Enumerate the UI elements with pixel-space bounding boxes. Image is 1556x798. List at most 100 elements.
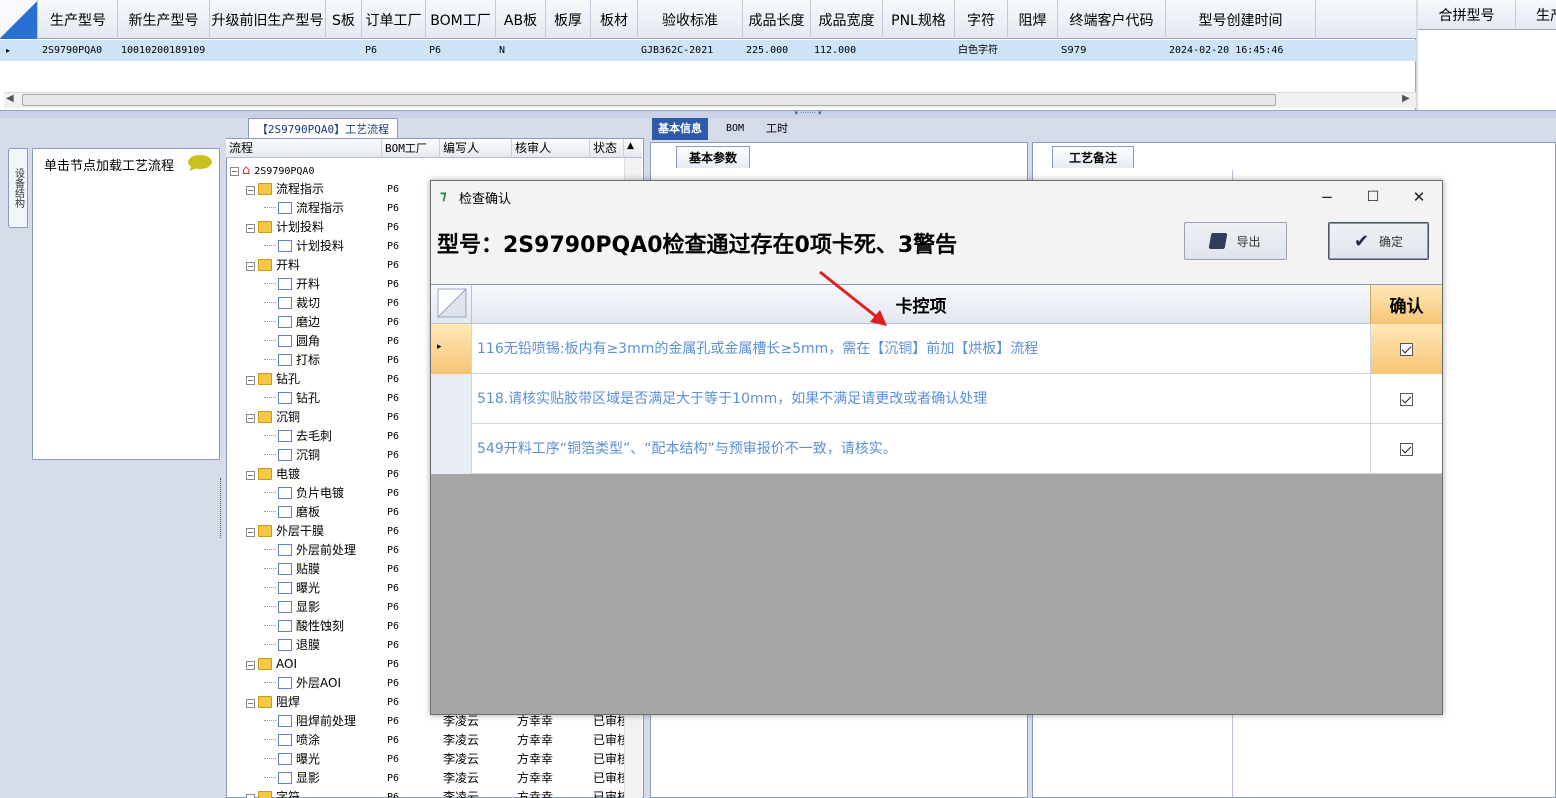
tab-basic-info[interactable]: 基本信息	[652, 118, 708, 140]
sort-up-icon[interactable]: ▲	[627, 141, 634, 151]
tree-node[interactable]: − 电镀	[246, 465, 300, 484]
tree-node[interactable]: 显影	[246, 769, 320, 788]
grid-corner[interactable]	[0, 0, 38, 39]
table-cell[interactable]: 10010200189109	[118, 40, 210, 61]
tree-node[interactable]: 计划投料	[246, 237, 344, 256]
table-cell[interactable]: P6	[426, 40, 496, 61]
collapse-icon[interactable]: −	[246, 699, 255, 708]
tree-node[interactable]: − 流程指示	[246, 180, 324, 199]
column-header-confirm[interactable]: 确认	[1370, 285, 1442, 324]
column-header[interactable]: 板材	[591, 0, 638, 39]
scroll-left-icon[interactable]: ◀	[6, 93, 14, 104]
table-cell[interactable]: S979	[1058, 40, 1166, 61]
column-header[interactable]: 验收标准	[638, 0, 743, 39]
table-cell[interactable]: 225.000	[743, 40, 811, 61]
collapse-icon[interactable]: −	[246, 224, 255, 233]
row-header[interactable]: ▸	[431, 324, 472, 374]
column-header[interactable]: BOM工厂	[382, 139, 440, 158]
tree-node[interactable]: − 外层干膜	[246, 522, 324, 541]
column-header[interactable]: S板	[326, 0, 362, 39]
tree-node[interactable]: 酸性蚀刻	[246, 617, 344, 636]
column-header[interactable]: 终端客户代码	[1058, 0, 1166, 39]
collapse-icon[interactable]: −	[246, 794, 255, 798]
tree-node[interactable]: 贴膜	[246, 560, 320, 579]
column-header[interactable]: 型号创建时间	[1166, 0, 1316, 39]
dialog-titlebar[interactable]	[431, 181, 1442, 212]
minimize-button[interactable]: −	[1304, 181, 1350, 212]
row-header[interactable]	[431, 374, 472, 424]
tree-node[interactable]: 阻焊前处理	[246, 712, 356, 731]
tree-node[interactable]: 钻孔	[246, 389, 320, 408]
tab-work-hours[interactable]: 工时	[760, 118, 794, 140]
close-button[interactable]: ✕	[1396, 181, 1442, 212]
column-header[interactable]: BOM工厂	[426, 0, 496, 39]
tree-node[interactable]: 外层前处理	[246, 541, 356, 560]
tree-node[interactable]: 曝光	[246, 750, 320, 769]
chat-bubble-icon[interactable]	[187, 154, 213, 172]
tree-node[interactable]: 曝光	[246, 579, 320, 598]
column-header[interactable]: PNL规格	[883, 0, 955, 39]
tab-device-structure[interactable]: 设备结构	[8, 148, 28, 228]
confirm-checkbox[interactable]	[1400, 392, 1413, 406]
collapse-icon[interactable]: −	[246, 186, 255, 195]
collapse-icon[interactable]: −	[246, 528, 255, 537]
confirm-checkbox[interactable]	[1400, 342, 1413, 356]
collapse-icon[interactable]: −	[246, 414, 255, 423]
tree-node[interactable]: 外层AOI	[246, 674, 341, 693]
tree-node[interactable]: 打标	[246, 351, 320, 370]
table-cell[interactable]: 2024-02-20 16:45:46	[1166, 40, 1316, 61]
confirm-checkbox[interactable]	[1400, 442, 1413, 456]
column-header[interactable]: 生产型号	[39, 0, 118, 39]
collapse-icon[interactable]: −	[246, 661, 255, 670]
column-header[interactable]: 成品长度	[743, 0, 811, 39]
row-header[interactable]	[431, 424, 472, 474]
tree-node[interactable]: 负片电镀	[246, 484, 344, 503]
table-cell[interactable]: 白色字符	[955, 40, 1008, 61]
column-header[interactable]: 升级前旧生产型号	[210, 0, 326, 39]
select-all-icon[interactable]	[437, 288, 467, 318]
collapse-icon[interactable]: −	[246, 471, 255, 480]
tree-node[interactable]: 喷涂	[246, 731, 320, 750]
collapse-icon[interactable]: −	[246, 376, 255, 385]
tree-node[interactable]: − 阻焊	[246, 693, 300, 712]
column-header[interactable]: 字符	[955, 0, 1008, 39]
confirm-button[interactable]: ✔ 确定	[1328, 222, 1429, 260]
tree-root[interactable]: − ⌂ 2S9790PQA0	[230, 161, 314, 180]
table-cell[interactable]: N	[496, 40, 546, 61]
table-cell[interactable]: GJB362C-2021	[638, 40, 743, 61]
tree-node[interactable]: 沉铜	[246, 446, 320, 465]
table-cell[interactable]: 112.000	[811, 40, 883, 61]
column-header[interactable]: AB板	[496, 0, 546, 39]
tree-node[interactable]: 裁切	[246, 294, 320, 313]
column-header[interactable]: 核审人	[512, 139, 590, 158]
column-header[interactable]: 新生产型号	[118, 0, 210, 39]
tree-node[interactable]: − 字符	[246, 788, 300, 798]
column-header[interactable]: 合拼型号	[1418, 0, 1516, 30]
maximize-button[interactable]: ☐	[1350, 181, 1396, 212]
column-header[interactable]: 编写人	[440, 139, 512, 158]
tree-node[interactable]: − 钻孔	[246, 370, 300, 389]
tab-bom[interactable]: BOM	[720, 118, 750, 140]
tree-node[interactable]: − AOI	[246, 655, 297, 674]
collapse-icon[interactable]: −	[230, 167, 239, 176]
column-header[interactable]: 阻焊	[1008, 0, 1058, 39]
column-header[interactable]: 订单工厂	[362, 0, 426, 39]
tree-node[interactable]: 开料	[246, 275, 320, 294]
column-header[interactable]: 成品宽度	[811, 0, 883, 39]
export-button[interactable]: 导出	[1184, 222, 1287, 260]
tree-node[interactable]: − 计划投料	[246, 218, 324, 237]
column-header[interactable]: 流程	[226, 139, 382, 158]
tree-node[interactable]: 去毛刺	[246, 427, 332, 446]
splitter-grip-icon[interactable]: ▾ ······· ▾	[778, 110, 838, 117]
tree-node[interactable]: 流程指示	[246, 199, 344, 218]
tab-basic-params[interactable]: 基本参数	[676, 146, 750, 168]
tree-node[interactable]: − 开料	[246, 256, 300, 275]
column-header-check-item[interactable]: 卡控项	[472, 285, 1370, 324]
tab-process-note[interactable]: 工艺备注	[1052, 146, 1134, 168]
tree-node[interactable]: 圆角	[246, 332, 320, 351]
tree-node[interactable]: 磨边	[246, 313, 320, 332]
column-header[interactable]: 板厚	[546, 0, 591, 39]
table-cell[interactable]: 2S9790PQA0	[39, 40, 118, 61]
process-tree-tab[interactable]: 【2S9790PQA0】工艺流程	[248, 118, 398, 138]
tree-node[interactable]: 显影	[246, 598, 320, 617]
